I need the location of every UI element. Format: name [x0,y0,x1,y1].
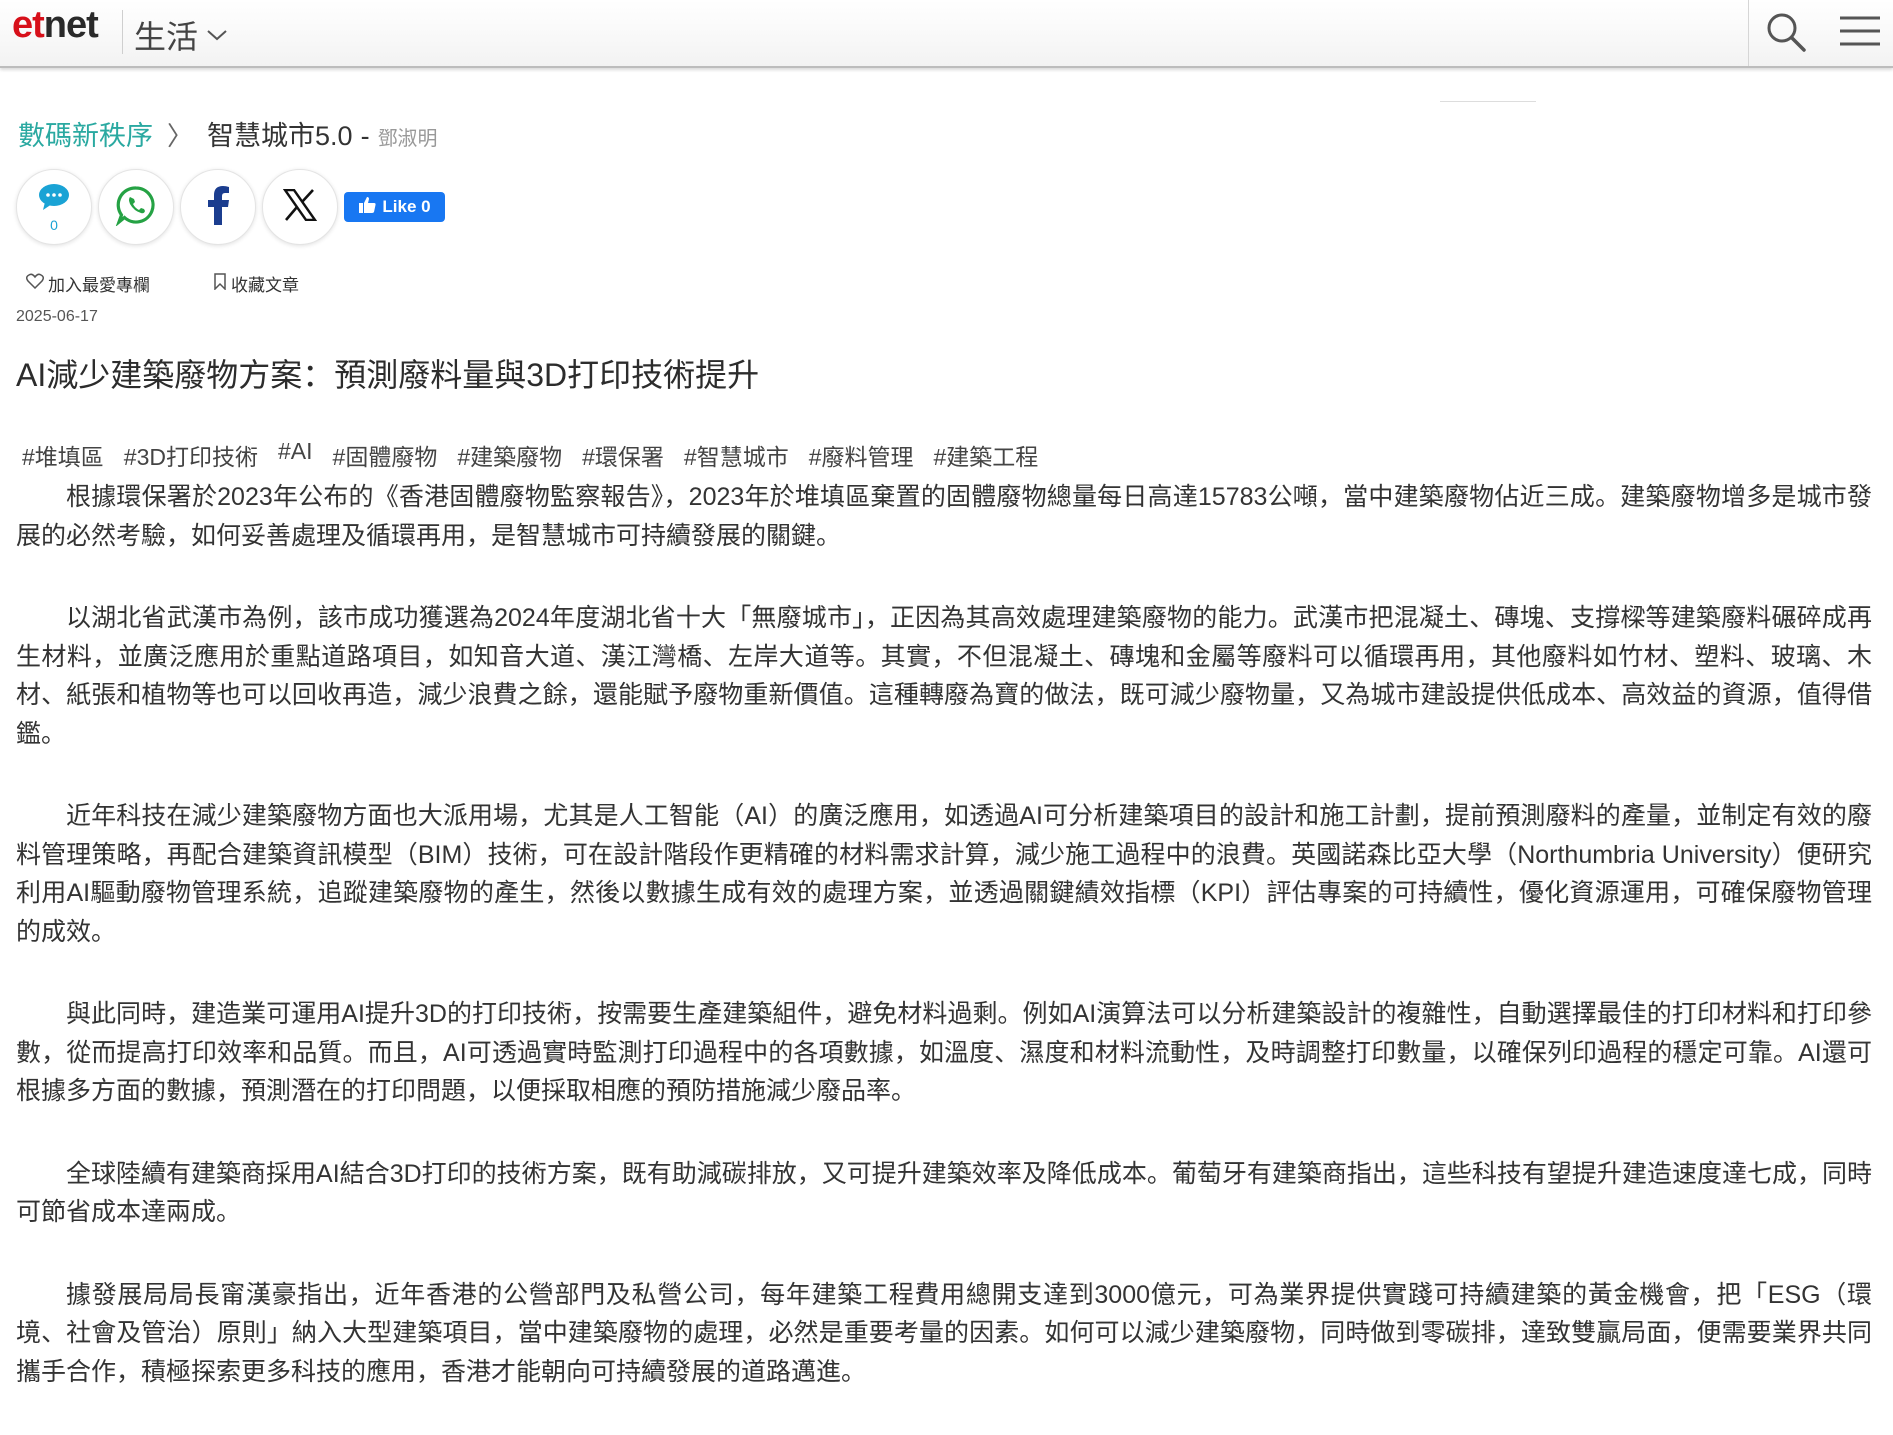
facebook-share-button[interactable] [180,169,256,245]
breadcrumb-column-link[interactable]: 數碼新秩序 [18,114,153,153]
heart-icon [25,273,48,294]
article-paragraph: 近年科技在減少建築廢物方面也大派用場，尤其是人工智能（AI）的廣泛應用，如透過A… [16,802,1872,946]
like-label: Like 0 [382,197,431,216]
breadcrumb-dash: - [360,121,370,151]
article-paragraph: 全球陸續有建築商採用AI結合3D打印的技術方案，既有助減碳排放，又可提升建築效率… [16,1159,1872,1227]
comment-bubble-icon [37,183,71,216]
article-body: 根據環保署於2023年公布的《香港固體廢物監察報告》，2023年於堆填區棄置的固… [16,478,1872,1435]
thumbs-up-icon [358,196,382,219]
article-paragraph: 以湖北省武漢市為例，該市成功獲選為2024年度湖北省十大「無廢城市」，正因為其高… [16,604,1872,748]
tag-link[interactable]: #建築廢物 [457,438,562,472]
tag-link[interactable]: #3D打印技術 [124,438,258,472]
tag-link[interactable]: #堆填區 [22,438,104,472]
breadcrumb: 數碼新秩序 〉 智慧城市5.0 - 鄧淑明 [18,114,438,153]
tag-link[interactable]: #智慧城市 [684,438,789,472]
header-divider [1748,0,1749,66]
divider-line [1440,101,1536,102]
tag-link[interactable]: #建築工程 [934,438,1039,472]
comment-count: 0 [50,216,58,233]
article-paragraph: 與此同時，建造業可運用AI提升3D的打印技術，按需要生產建築組件，避免材料過剩。… [16,1000,1872,1105]
x-icon [282,188,318,226]
article-paragraph: 據發展局局長甯漢豪指出，近年香港的公營部門及私營公司，每年建築工程費用總開支達到… [16,1280,1872,1386]
tag-list: #堆填區 #3D打印技術 #AI #固體廢物 #建築廢物 #環保署 #智慧城市 … [22,438,1058,472]
add-favourite-label: 加入最愛專欄 [48,276,150,295]
article-title: AI減少建築廢物方案：預測廢料量與3D打印技術提升 [16,357,760,393]
section-dropdown[interactable]: 生活 [134,12,228,58]
tag-link[interactable]: #廢料管理 [809,438,914,472]
add-favourite-column-button[interactable]: 加入最愛專欄 [25,271,150,296]
section-label: 生活 [134,18,199,56]
save-article-label: 收藏文章 [231,276,299,295]
logo-et: et [12,4,45,46]
tag-link[interactable]: #AI [278,438,313,472]
bookmark-icon [213,272,231,295]
tag-link[interactable]: #環保署 [582,438,664,472]
chevron-down-icon [206,28,228,47]
facebook-icon [205,185,231,230]
comment-button[interactable]: 0 [16,169,92,245]
hamburger-menu-icon[interactable] [1836,10,1884,54]
x-share-button[interactable] [262,169,338,245]
save-article-button[interactable]: 收藏文章 [213,271,299,296]
tag-link[interactable]: #固體廢物 [333,438,438,472]
etnet-logo[interactable]: etnet [12,4,99,47]
author-name[interactable]: 鄧淑明 [378,122,438,151]
search-icon[interactable] [1762,8,1810,56]
logo-net: net [43,4,99,46]
article-paragraph: 根據環保署於2023年公布的《香港固體廢物監察報告》，2023年於堆填區棄置的固… [16,483,1872,550]
breadcrumb-subcolumn[interactable]: 智慧城市5.0 [207,114,353,153]
logo-divider [122,10,123,54]
whatsapp-icon [115,184,157,231]
whatsapp-share-button[interactable] [98,169,174,245]
facebook-like-button[interactable]: Like 0 [344,192,445,222]
breadcrumb-separator: 〉 [167,121,194,151]
top-bar: etnet 生活 [0,0,1893,68]
article-date: 2025-06-17 [16,308,98,325]
